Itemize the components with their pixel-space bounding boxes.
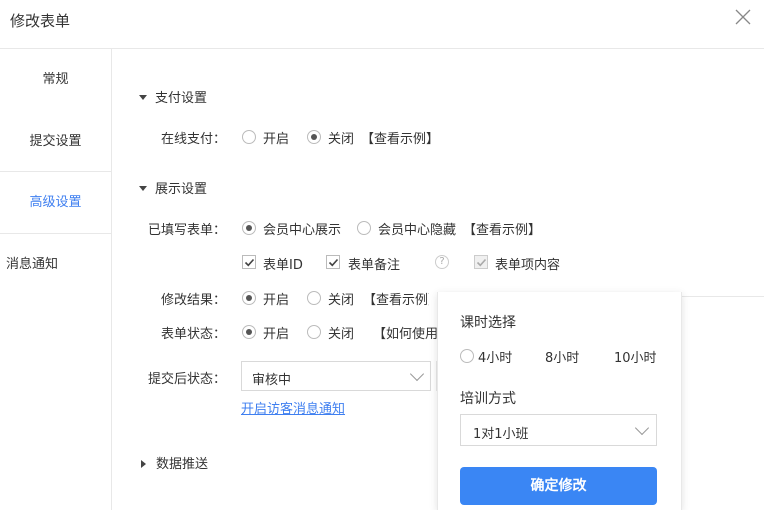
form-id-label: 表单ID (263, 258, 303, 273)
caret-down-icon (139, 95, 147, 100)
section-data-push-toggle[interactable]: 数据推送 (141, 453, 208, 472)
payment-close-radio[interactable] (307, 130, 321, 144)
section-payment-toggle[interactable]: 支付设置 (139, 87, 207, 106)
check-icon (476, 258, 487, 267)
sidebar-item-notifications[interactable]: 消息通知 (0, 234, 111, 295)
hours-10-label[interactable]: 10小时 (614, 347, 657, 366)
status-close-label: 关闭 (328, 327, 355, 342)
member-center-show-radio[interactable] (242, 221, 256, 235)
hours-label: 课时选择 (460, 315, 516, 331)
training-select[interactable]: 1对1小班 (460, 414, 657, 446)
confirm-modify-button[interactable]: 确定修改 (460, 467, 657, 505)
after-submit-label: 提交后状态： (147, 372, 226, 387)
caret-down-icon (139, 186, 147, 191)
modify-example-link[interactable]: 【查看示例】 (363, 289, 429, 308)
payment-open-radio[interactable] (242, 130, 256, 144)
payment-open-label: 开启 (263, 132, 290, 147)
section-payment-heading: 支付设置 (155, 91, 208, 106)
online-payment-label: 在线支付： (160, 132, 226, 147)
visitor-notify-link[interactable]: 开启访客消息通知 (241, 398, 345, 417)
option-popup: 课时选择 4小时 8小时 10小时 培训方式 1对1小班 确定修改 (437, 292, 682, 510)
check-icon (244, 258, 255, 267)
hours-4-radio[interactable] (460, 349, 474, 363)
form-status-help-link[interactable]: 【如何使用表 (373, 323, 437, 342)
payment-example-link[interactable]: 【查看示例】 (361, 128, 439, 147)
section-display-toggle[interactable]: 展示设置 (139, 178, 207, 197)
form-item-content-checkbox (474, 255, 488, 269)
section-display-heading: 展示设置 (155, 182, 208, 197)
after-submit-select[interactable]: 审核中 (241, 361, 431, 391)
form-item-content-label: 表单项内容 (495, 258, 561, 273)
divider (680, 296, 764, 297)
modify-close-radio[interactable] (307, 291, 321, 305)
hours-4-label[interactable]: 4小时 (478, 347, 512, 366)
form-remark-checkbox[interactable] (326, 255, 340, 269)
form-status-label: 表单状态： (160, 327, 226, 342)
modify-result-label: 修改结果： (160, 293, 226, 308)
modify-open-label: 开启 (263, 293, 290, 308)
status-open-radio[interactable] (242, 325, 256, 339)
dialog-title: 修改表单 (10, 12, 71, 30)
form-id-checkbox[interactable] (242, 255, 256, 269)
training-label: 培训方式 (460, 391, 516, 407)
caret-right-icon (141, 459, 146, 468)
filled-example-link[interactable]: 【查看示例】 (463, 219, 541, 238)
training-value: 1对1小班 (473, 427, 529, 442)
member-center-hide-label: 会员中心隐藏 (378, 223, 457, 238)
sidebar-item-advanced-settings[interactable]: 高级设置 (0, 171, 111, 234)
form-remark-label: 表单备注 (348, 258, 401, 273)
chevron-down-icon (409, 366, 425, 382)
close-icon[interactable] (734, 8, 752, 26)
hours-8-label[interactable]: 8小时 (545, 347, 579, 366)
after-submit-value: 审核中 (252, 373, 292, 388)
status-close-radio[interactable] (307, 325, 321, 339)
payment-close-label: 关闭 (328, 132, 355, 147)
filled-form-label: 已填写表单： (147, 223, 226, 238)
dialog-header (0, 0, 764, 49)
chevron-down-icon (634, 420, 650, 436)
sidebar-item-general[interactable]: 常规 (0, 49, 111, 110)
modify-close-label: 关闭 (328, 293, 355, 308)
status-open-label: 开启 (263, 327, 290, 342)
member-center-show-label: 会员中心展示 (263, 223, 342, 238)
member-center-hide-radio[interactable] (357, 221, 371, 235)
modify-open-radio[interactable] (242, 291, 256, 305)
help-question-icon[interactable]: ? (435, 255, 449, 269)
sidebar-item-submit-settings[interactable]: 提交设置 (0, 111, 111, 172)
check-icon (328, 258, 339, 267)
section-data-push-heading: 数据推送 (156, 457, 209, 472)
